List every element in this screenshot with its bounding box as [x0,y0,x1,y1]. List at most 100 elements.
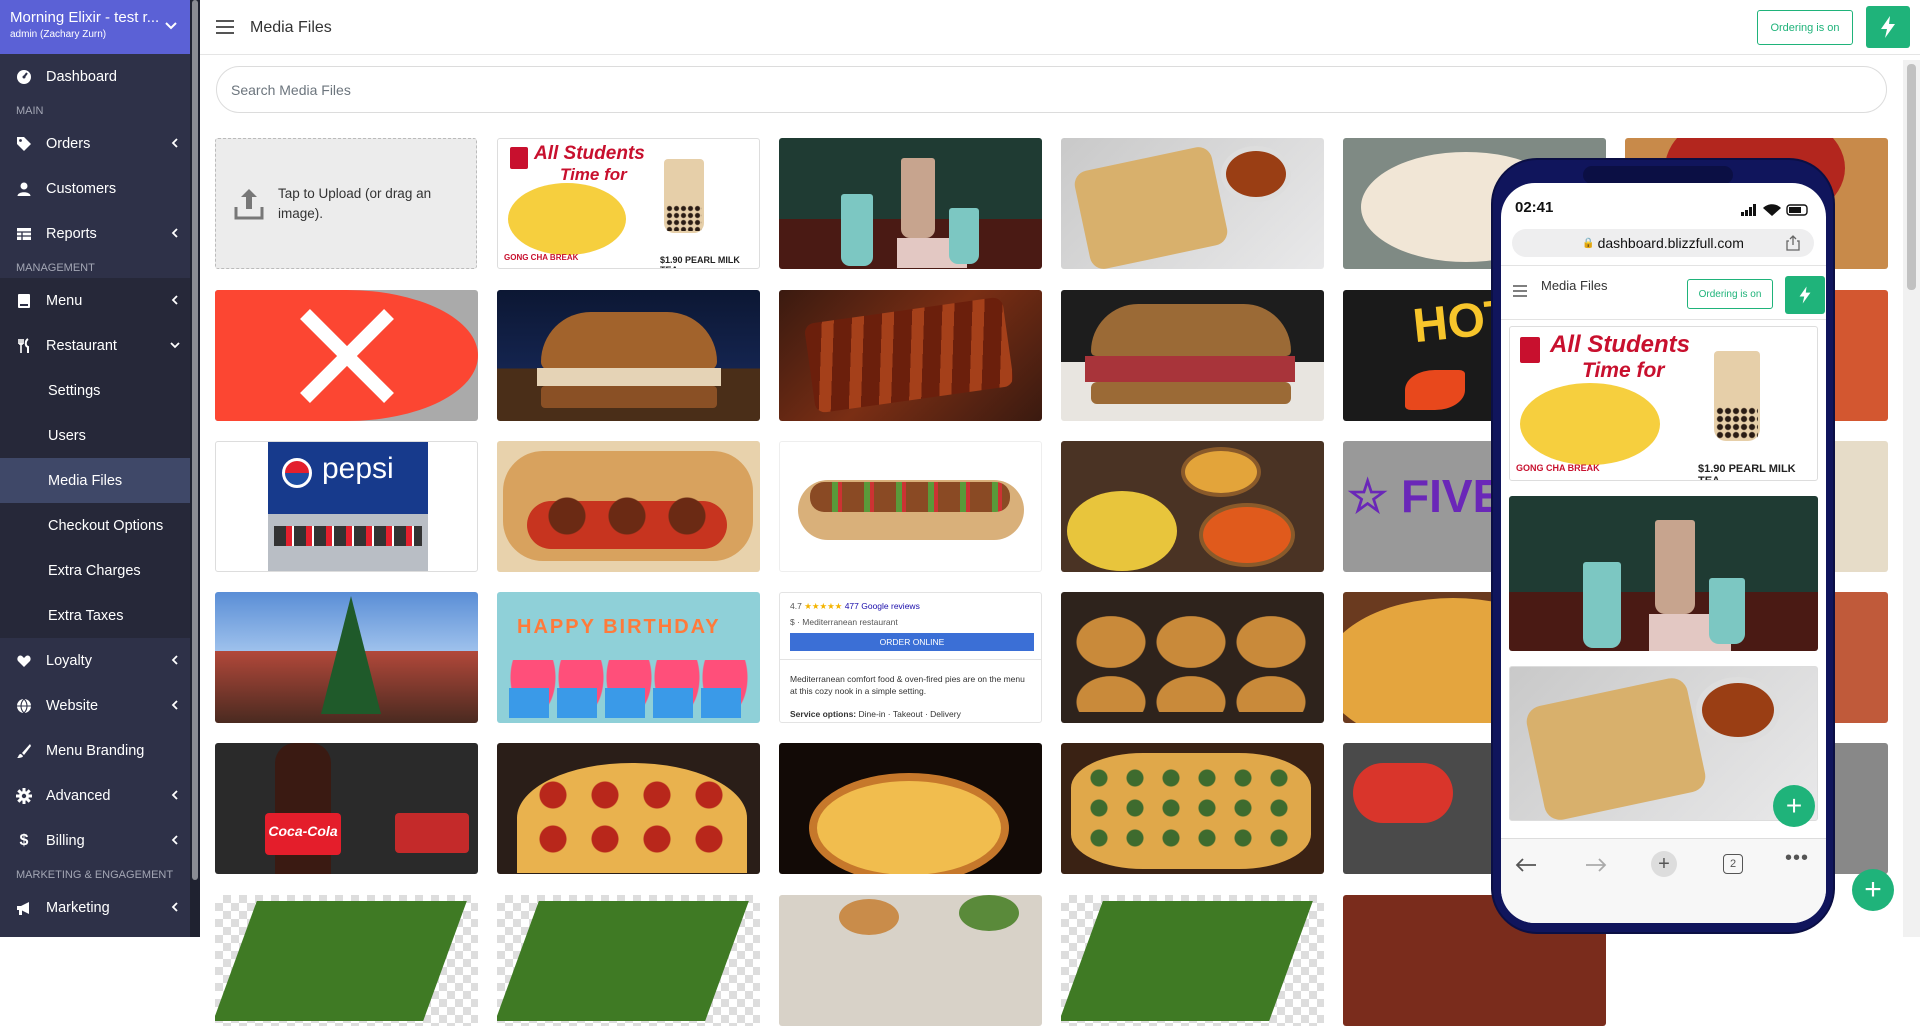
sidebar-subitem-extra-taxes[interactable]: Extra Taxes [0,593,190,638]
phone-media-tile-gongcha[interactable]: All Students Time for GONG CHA BREAK $1.… [1509,326,1818,481]
divider [780,659,1041,660]
sidebar-item-restaurant[interactable]: Restaurant [0,323,190,368]
media-tile-gongcha[interactable]: All Students Time for GONG CHA BREAK $1.… [497,138,760,269]
media-tile-pastries[interactable] [1061,592,1324,723]
sidebar-item-advanced[interactable]: Advanced [0,773,190,818]
phone-quick-action-button[interactable] [1785,276,1825,314]
sidebar-scrollbar-thumb[interactable] [192,0,198,880]
book-icon [16,293,32,309]
hamburger-menu-icon[interactable] [216,19,234,35]
phone-ordering-status-button[interactable]: Ordering is on [1687,279,1773,309]
chevron-down-icon[interactable] [164,18,178,32]
table-icon [16,226,32,242]
sidebar-label: Marketing [46,899,110,916]
sidebar-item-orders[interactable]: Orders [0,121,190,166]
plus-icon: + [1864,873,1882,906]
media-tile-boba-drinks[interactable] [779,138,1042,269]
sidebar-subitem-media-files[interactable]: Media Files [0,458,190,503]
sidebar-item-marketing[interactable]: Marketing [0,885,190,930]
gongcha-logo [510,147,528,169]
sidebar-item-dashboard[interactable]: Dashboard [0,54,190,99]
add-media-button[interactable]: + [1852,869,1894,911]
media-tile-green-bag[interactable] [215,895,478,1026]
sidebar-item-reports[interactable]: Reports [0,211,190,256]
media-tile-pepperoni-pizza[interactable] [497,743,760,874]
media-tile-steak-sandwich[interactable] [1061,290,1324,421]
lock-icon: 🔒 [1582,237,1595,249]
plus-icon: + [1785,790,1803,821]
section-main: MAIN [16,105,44,117]
green-bag [497,901,749,1021]
section-management: MANAGEMENT [16,262,95,274]
phone-address-bar[interactable]: 🔒 dashboard.blizzfull.com [1512,229,1814,257]
main-scrollbar-thumb[interactable] [1907,64,1916,290]
google-rating: 4.7 [790,601,802,611]
phone-speaker [1583,166,1733,184]
curry-bowl [1199,503,1295,567]
nuts-bowl [839,899,899,935]
phone-media-tile-boba-drinks[interactable] [1509,496,1818,651]
greens [959,895,1019,931]
search-input[interactable] [216,66,1887,113]
milk-tea-cup [901,158,935,238]
rice [1067,491,1177,571]
media-tile-green-bag[interactable] [1061,895,1324,1026]
sidebar-label: Orders [46,135,91,152]
phone-add-media-button[interactable]: + [1773,785,1815,827]
media-tile-green-bag[interactable] [497,895,760,1026]
bread-pieces [1523,675,1709,820]
sidebar-item-billing[interactable]: $ Billing [0,818,190,863]
phone-media-tile-grilled-bread[interactable] [1509,666,1818,821]
section-marketing: MARKETING & ENGAGEMENT [16,869,174,881]
tab-count-button[interactable]: 2 [1723,854,1743,874]
paint-brush-icon [16,743,32,759]
divider [1501,319,1826,320]
sidebar-label: Restaurant [46,337,117,354]
media-tile-kebab-sandwich[interactable] [779,441,1042,572]
sidebar-subitem-users[interactable]: Users [0,413,190,458]
more-options-icon[interactable]: ••• [1785,847,1809,870]
plus-icon: + [1658,852,1670,875]
sidebar-item-website[interactable]: Website [0,683,190,728]
sidebar-item-menu-branding[interactable]: Menu Branding [0,728,190,773]
forward-arrow-icon[interactable] [1585,857,1607,873]
sidebar-item-customers[interactable]: Customers [0,166,190,211]
new-tab-button[interactable]: + [1651,851,1677,877]
media-tile-veggie-pizza[interactable] [1061,743,1324,874]
upload-dropzone[interactable]: Tap to Upload (or drag an image). [215,138,477,269]
media-tile-birthday-cupcakes[interactable]: HAPPY BIRTHDAY [497,592,760,723]
share-icon[interactable] [1785,235,1801,251]
globe-icon [16,698,32,714]
media-tile-ingredients[interactable] [779,895,1042,1026]
back-arrow-icon[interactable] [1515,857,1537,873]
media-tile-christmas-square[interactable] [215,592,478,723]
brand-subtitle: admin (Zachary Zurn) [10,29,107,40]
media-tile-grilled-bread[interactable] [1061,138,1324,269]
chevron-left-icon [171,228,178,238]
ordering-status-button[interactable]: Ordering is on [1757,10,1853,45]
media-tile-coca-cola[interactable]: Coca-Cola [215,743,478,874]
sidebar-item-menu[interactable]: Menu [0,278,190,323]
page-title: Media Files [250,19,332,36]
media-tile-pepsi[interactable]: pepsi [215,441,478,572]
sidebar-item-loyalty[interactable]: Loyalty [0,638,190,683]
media-tile-close-mark[interactable] [215,290,478,421]
sidebar-subitem-checkout-options[interactable]: Checkout Options [0,503,190,548]
napkin-holder [395,813,469,853]
milk-tea-cup [1655,520,1695,614]
media-tile-google-reviews[interactable]: 4.7 ★★★★★ 477 Google reviews $ · Mediter… [779,592,1042,723]
hamburger-menu-icon[interactable] [1513,285,1527,297]
media-tile-meatball-sub[interactable] [497,441,760,572]
sidebar-subitem-extra-charges[interactable]: Extra Charges [0,548,190,593]
pepsi-globe-icon [282,458,312,488]
sidebar-subitem-settings[interactable]: Settings [0,368,190,413]
brand-header[interactable]: Morning Elixir - test r... admin (Zachar… [0,0,190,54]
quick-action-button[interactable] [1866,6,1910,48]
media-tile-cheese-pizza[interactable] [779,743,1042,874]
media-tile-indian-dishes[interactable] [1061,441,1324,572]
sidebar-label: Website [46,697,99,714]
media-tile-sandwich[interactable] [497,290,760,421]
user-icon [16,181,32,197]
cupcake-liners [509,688,749,718]
media-tile-ribs[interactable] [779,290,1042,421]
